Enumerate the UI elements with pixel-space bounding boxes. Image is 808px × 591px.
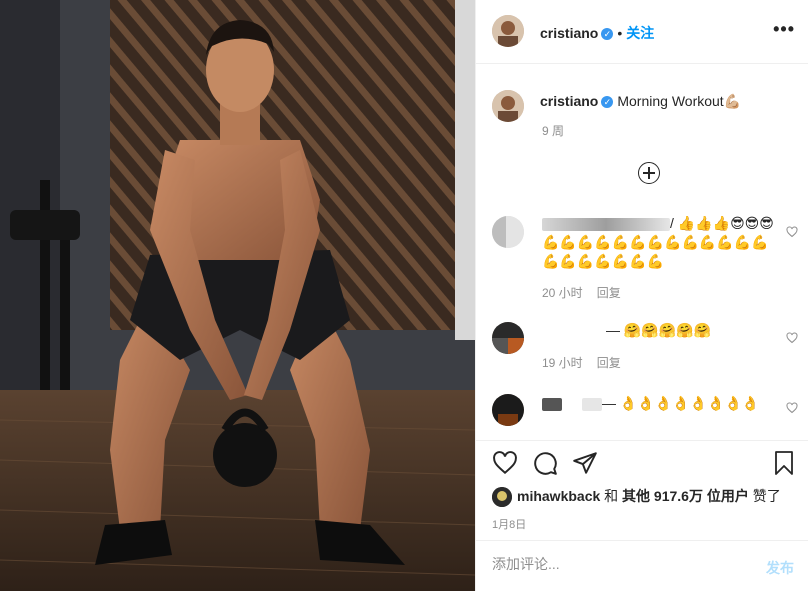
likes-joiner: 和 — [604, 488, 619, 504]
reply-button[interactable]: 回复 — [597, 356, 621, 370]
caption-avatar[interactable] — [492, 90, 524, 122]
blurred-username — [542, 324, 606, 338]
add-comments-icon[interactable] — [638, 162, 660, 184]
likes-count[interactable]: 其他 917.6万 位用户 — [622, 488, 749, 504]
comment-text: — 🤗🤗🤗🤗🤗 — [542, 321, 782, 340]
workout-photo-illustration — [0, 0, 475, 591]
comment-icon[interactable] — [532, 450, 558, 476]
post-caption: cristiano ✓ Morning Workout💪🏼 — [540, 93, 741, 110]
post-header: cristiano ✓ • 关注 ••• — [476, 0, 808, 64]
comment-meta: 19 小时 回复 — [542, 354, 635, 371]
avatar-image — [492, 487, 512, 508]
avatar-image — [492, 322, 524, 354]
blurred-username — [542, 217, 670, 231]
blurred-username — [542, 397, 562, 411]
section-divider — [476, 440, 808, 441]
avatar-image — [492, 15, 524, 47]
header-user: cristiano ✓ • 关注 — [540, 23, 654, 43]
more-options-icon[interactable]: ••• — [773, 20, 795, 38]
comment-meta: 20 小时 回复 — [542, 284, 635, 301]
section-divider — [476, 540, 808, 541]
share-icon[interactable] — [572, 450, 598, 476]
heart-icon[interactable] — [492, 450, 518, 476]
bookmark-icon[interactable] — [772, 450, 796, 476]
header-separator: • — [617, 25, 623, 41]
avatar-image — [492, 90, 524, 122]
comment-like-heart-icon[interactable] — [786, 402, 798, 414]
avatar-image — [492, 394, 524, 426]
liker-avatar[interactable] — [492, 487, 512, 508]
comment-body: — 👌👌👌👌👌👌👌👌 — [602, 395, 760, 411]
comment-avatar[interactable] — [492, 394, 524, 426]
comment-avatar[interactable] — [492, 216, 524, 248]
post-photo[interactable] — [0, 0, 475, 591]
post-dialog: cristiano ✓ • 关注 ••• cristiano ✓ Morning Work… — [0, 0, 808, 591]
liker-username[interactable]: mihawkback — [517, 488, 600, 504]
verified-badge-icon: ✓ — [601, 27, 614, 40]
post-sidebar: cristiano ✓ • 关注 ••• cristiano ✓ Morning Work… — [475, 0, 808, 591]
comment-time[interactable]: 20 小时 — [542, 286, 583, 300]
comment-text: — 👌👌👌👌👌👌👌👌 — [542, 394, 782, 413]
header-username[interactable]: cristiano — [540, 25, 598, 41]
add-comment-input[interactable] — [492, 556, 752, 572]
avatar-image — [492, 216, 524, 248]
comment-avatar[interactable] — [492, 322, 524, 354]
post-comment-button[interactable]: 发布 — [766, 558, 794, 578]
comment-time[interactable]: 19 小时 — [542, 356, 583, 370]
author-avatar[interactable] — [492, 15, 524, 47]
action-bar — [476, 450, 808, 480]
follow-button[interactable]: 关注 — [626, 25, 654, 41]
likes-suffix: 赞了 — [752, 488, 781, 504]
caption-username[interactable]: cristiano — [540, 93, 598, 109]
comment-text: / 👍👍👍😎😎😎💪💪💪💪💪💪💪💪💪💪💪💪💪💪💪💪💪💪💪💪 — [542, 214, 782, 271]
likes-summary: mihawkback 和 其他 917.6万 位用户 赞了 — [492, 486, 781, 508]
comment-like-heart-icon[interactable] — [786, 332, 798, 344]
caption-time[interactable]: 9 周 — [542, 122, 564, 139]
verified-badge-icon: ✓ — [601, 96, 614, 109]
comment-like-heart-icon[interactable] — [786, 226, 798, 238]
comment-body: — 🤗🤗🤗🤗🤗 — [606, 322, 712, 338]
reply-button[interactable]: 回复 — [597, 286, 621, 300]
blurred-username — [582, 397, 602, 411]
post-date[interactable]: 1月8日 — [492, 516, 526, 532]
caption-text: Morning Workout💪🏼 — [617, 93, 742, 109]
